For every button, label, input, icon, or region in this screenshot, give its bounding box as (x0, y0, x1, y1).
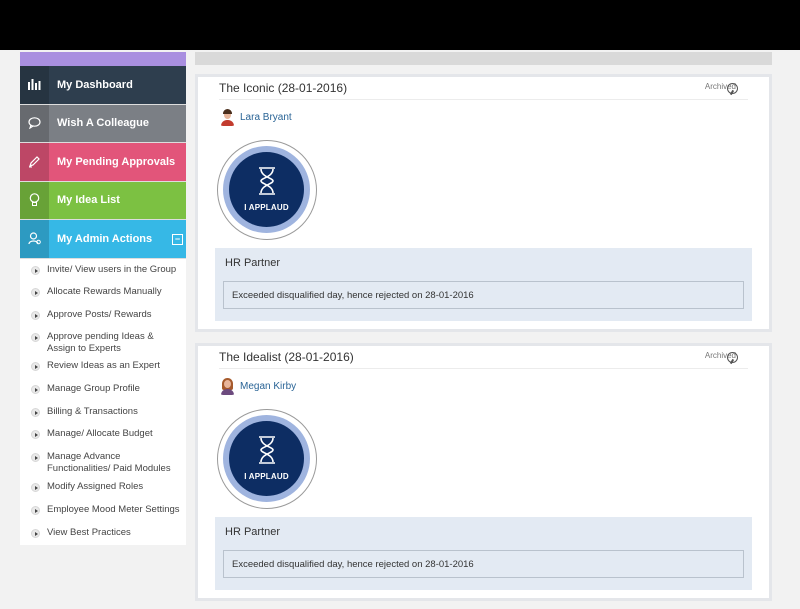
badge-label: I APPLAUD (244, 203, 289, 212)
user-name-link[interactable]: Megan Kirby (240, 381, 296, 392)
feedback-text: Exceeded disqualified day, hence rejecte… (223, 281, 744, 309)
card-title: The Idealist (28-01-2016) (219, 350, 354, 364)
sidebar-item-wish-colleague[interactable]: Wish A Colleague (20, 104, 186, 143)
divider (219, 99, 748, 100)
sidebar-item-label: My Dashboard (57, 78, 133, 91)
card-title: The Iconic (28-01-2016) (219, 81, 348, 95)
applaud-badge: I APPLAUD (217, 140, 317, 240)
arrow-bullet-icon (31, 287, 40, 297)
badge-label: I APPLAUD (244, 472, 289, 481)
reward-card: The Idealist (28-01-2016) Archived Megan… (195, 343, 772, 601)
hourglass-icon (259, 167, 275, 195)
arrow-bullet-icon (31, 528, 40, 538)
sidebar-item-label: Wish A Colleague (57, 117, 149, 130)
arrow-bullet-icon (31, 429, 40, 439)
divider (219, 368, 748, 369)
speech-bubble-icon (20, 104, 49, 142)
sidebar-item-label: My Admin Actions (57, 232, 153, 245)
sidebar: My Dashboard Wish A Colleague My Pending… (20, 66, 186, 545)
applaud-badge: I APPLAUD (217, 409, 317, 509)
feedback-text: Exceeded disqualified day, hence rejecte… (223, 550, 744, 578)
feedback-panel: HR Partner Exceeded disqualified day, he… (215, 248, 752, 321)
sidebar-item-pending-approvals[interactable]: My Pending Approvals (20, 143, 186, 182)
archived-search-icon[interactable] (727, 352, 738, 363)
arrow-bullet-icon (31, 384, 40, 394)
pen-icon (20, 143, 49, 181)
avatar (220, 378, 235, 395)
archived-search-icon[interactable] (727, 83, 738, 94)
arrow-bullet-icon (31, 310, 40, 320)
admin-user-icon (20, 220, 49, 258)
admin-actions-submenu: Invite/ View users in the Group Allocate… (20, 259, 186, 539)
arrow-bullet-icon (31, 452, 40, 462)
submenu-item[interactable]: Manage Advance Functionalities/ Paid Mod… (20, 451, 186, 475)
bar-chart-icon (20, 66, 49, 104)
feedback-label: HR Partner (225, 257, 281, 269)
top-bar (0, 0, 800, 50)
submenu-item[interactable]: Modify Assigned Roles (20, 481, 186, 493)
sidebar-top-strip (20, 52, 186, 66)
hourglass-icon (259, 436, 275, 464)
reward-card: The Iconic (28-01-2016) Archived Lara Br… (195, 74, 772, 332)
arrow-bullet-icon (31, 407, 40, 417)
submenu-item[interactable]: Approve pending Ideas & Assign to Expert… (20, 331, 186, 355)
arrow-bullet-icon (31, 505, 40, 515)
submenu-item[interactable]: Review Ideas as an Expert (20, 360, 186, 372)
arrow-bullet-icon (31, 482, 40, 492)
sidebar-item-admin-actions[interactable]: My Admin Actions − (20, 220, 186, 259)
submenu-item[interactable]: View Best Practices (20, 527, 186, 539)
submenu-item[interactable]: Manage/ Allocate Budget (20, 428, 186, 440)
arrow-bullet-icon (31, 265, 40, 275)
user-name-link[interactable]: Lara Bryant (240, 112, 292, 123)
sidebar-item-label: My Pending Approvals (57, 155, 176, 168)
submenu-item[interactable]: Manage Group Profile (20, 383, 186, 395)
sidebar-item-idea-list[interactable]: My Idea List (20, 181, 186, 220)
content-top-strip (195, 52, 772, 65)
submenu-item[interactable]: Approve Posts/ Rewards (20, 309, 186, 321)
feedback-label: HR Partner (225, 526, 281, 538)
submenu-item[interactable]: Invite/ View users in the Group (20, 264, 186, 276)
lightbulb-icon (20, 181, 49, 219)
submenu-item[interactable]: Billing & Transactions (20, 406, 186, 418)
arrow-bullet-icon (31, 332, 40, 342)
submenu-item[interactable]: Employee Mood Meter Settings (20, 504, 186, 516)
sidebar-item-label: My Idea List (57, 194, 120, 207)
submenu-item[interactable]: Allocate Rewards Manually (20, 286, 186, 298)
avatar (220, 109, 235, 126)
collapse-button[interactable]: − (172, 234, 183, 245)
sidebar-item-dashboard[interactable]: My Dashboard (20, 66, 186, 105)
arrow-bullet-icon (31, 361, 40, 371)
feedback-panel: HR Partner Exceeded disqualified day, he… (215, 517, 752, 590)
